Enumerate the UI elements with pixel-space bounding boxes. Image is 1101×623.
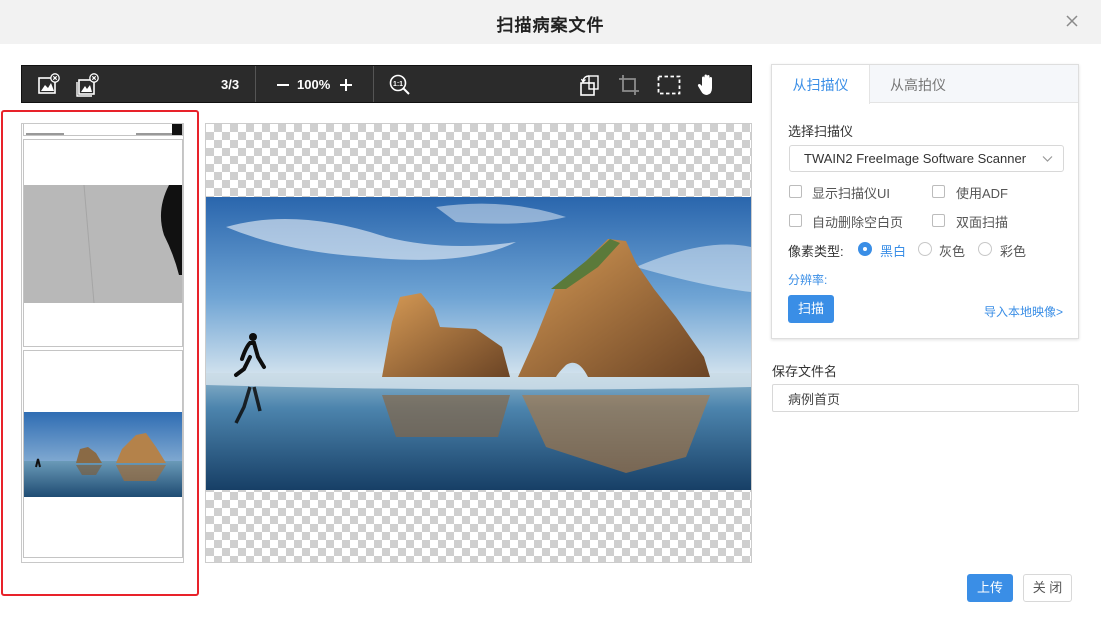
selected-scanner: TWAIN2 FreeImage Software Scanner — [804, 151, 1027, 166]
use-adf-label: 使用ADF — [956, 186, 1009, 201]
image-toolbar: 3/3 100% 1:1 — [21, 65, 752, 103]
auto-delete-blank-label: 自动删除空白页 — [812, 215, 904, 230]
pixel-type-bw-label: 黑白 — [880, 244, 907, 259]
close-icon[interactable] — [1063, 12, 1081, 30]
dialog-title: 扫描病案文件 — [496, 16, 605, 35]
image-preview[interactable] — [205, 123, 752, 563]
thumbnail-page-1[interactable] — [23, 124, 183, 136]
scanner-panel: 从扫描仪 从高拍仪 选择扫描仪 TWAIN2 FreeImage Softwar… — [771, 64, 1079, 339]
zoom-level: 100% — [297, 77, 331, 92]
import-local-image-link[interactable]: 导入本地映像> — [984, 303, 1063, 320]
tab-document-camera[interactable]: 从高拍仪 — [870, 65, 966, 104]
pixel-type-label: 像素类型: — [788, 244, 844, 259]
actual-size-icon[interactable]: 1:1 — [388, 73, 412, 97]
duplex-label: 双面扫描 — [956, 215, 1009, 230]
auto-delete-blank-checkbox[interactable] — [789, 214, 802, 227]
thumbnail-panel — [21, 123, 184, 563]
resolution-label: 分辨率: — [788, 273, 828, 287]
rotate-icon[interactable] — [578, 73, 602, 97]
preview-landscape-image — [206, 197, 751, 490]
page-indicator: 3/3 — [221, 77, 240, 92]
filename-input[interactable] — [772, 384, 1079, 412]
hand-pan-icon[interactable] — [695, 73, 719, 97]
landscape-thumbnail — [24, 412, 182, 497]
document-thumbnail — [26, 124, 182, 135]
pixel-type-gray-radio[interactable] — [918, 242, 932, 256]
scan-button[interactable]: 扫描 — [788, 295, 834, 323]
dialog-header: 扫描病案文件 — [0, 0, 1101, 44]
zoom-out-icon[interactable] — [272, 73, 296, 97]
gray-scan-thumbnail — [24, 184, 182, 304]
pixel-type-color-radio[interactable] — [978, 242, 992, 256]
select-scanner-label: 选择扫描仪 — [788, 124, 854, 139]
svg-text:1:1: 1:1 — [393, 81, 403, 88]
show-ui-label: 显示扫描仪UI — [812, 186, 891, 201]
chevron-down-icon — [1042, 156, 1053, 162]
pixel-type-bw-radio[interactable] — [858, 242, 872, 256]
upload-button[interactable]: 上传 — [967, 574, 1013, 602]
zoom-in-icon[interactable] — [335, 73, 359, 97]
thumbnail-page-3[interactable] — [23, 350, 183, 558]
scanner-select[interactable]: TWAIN2 FreeImage Software Scanner — [789, 145, 1064, 172]
tab-scanner[interactable]: 从扫描仪 — [772, 65, 870, 104]
use-adf-checkbox[interactable] — [932, 185, 945, 198]
close-button[interactable]: 关 闭 — [1023, 574, 1072, 602]
toolbar-divider — [255, 66, 256, 102]
duplex-checkbox[interactable] — [932, 214, 945, 227]
toolbar-divider — [373, 66, 374, 102]
pixel-type-color-label: 彩色 — [1000, 244, 1027, 259]
select-area-icon[interactable] — [657, 73, 681, 97]
pixel-type-gray-label: 灰色 — [939, 244, 966, 259]
show-ui-checkbox[interactable] — [789, 185, 802, 198]
delete-image-icon[interactable] — [37, 73, 61, 97]
delete-all-images-icon[interactable] — [75, 73, 99, 97]
crop-icon[interactable] — [617, 73, 641, 97]
save-filename-label: 保存文件名 — [772, 364, 838, 379]
source-tabs: 从扫描仪 从高拍仪 — [772, 65, 1078, 104]
thumbnail-page-2[interactable] — [23, 139, 183, 347]
